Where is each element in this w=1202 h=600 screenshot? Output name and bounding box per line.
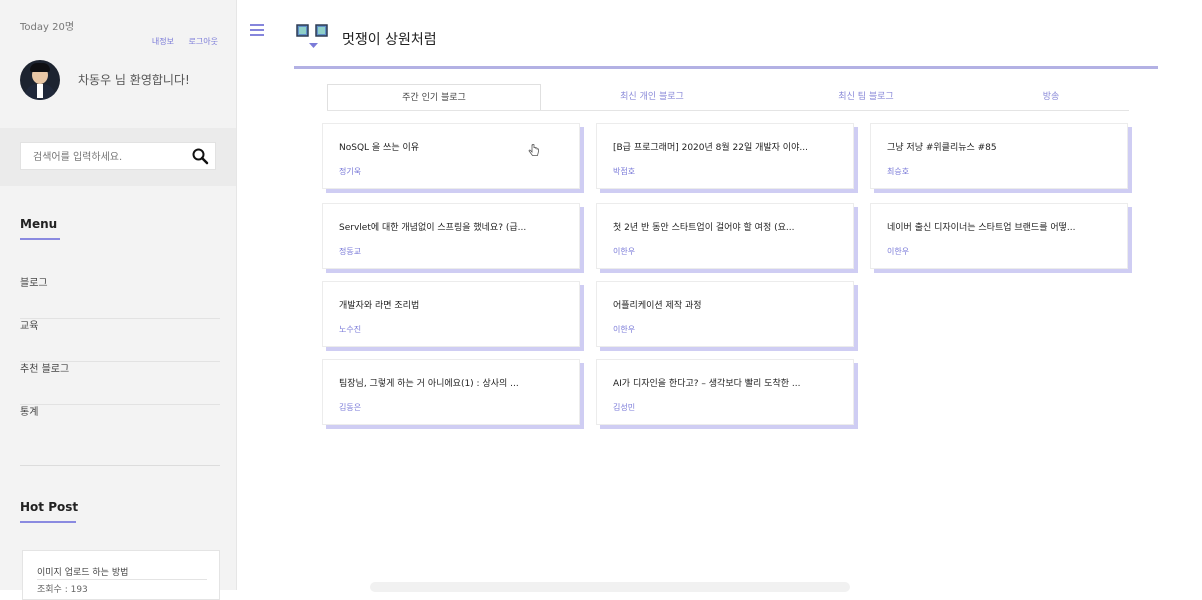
post-author: 이한우	[887, 247, 910, 256]
post-title[interactable]: [B급 프로그래머] 2020년 8월 22일 개발자 이야...	[613, 140, 808, 153]
hamburger-menu-icon[interactable]	[250, 24, 264, 36]
menu-item-recommended-blog[interactable]: 추천 블로그	[20, 362, 220, 405]
logout-link[interactable]: 로그아웃	[189, 37, 218, 46]
post-author: 김동은	[339, 403, 362, 412]
tab-underline	[327, 110, 1129, 111]
menu-item-statistics[interactable]: 통계	[20, 405, 220, 448]
post-title[interactable]: Servlet에 대한 개념없이 스프링을 했네요? (급...	[339, 220, 526, 233]
menu-item-blog[interactable]: 블로그	[20, 276, 220, 319]
tab-weekly-popular[interactable]: 주간 인기 블로그	[327, 84, 541, 110]
post-card[interactable]: [B급 프로그래머] 2020년 8월 22일 개발자 이야... 박점호	[596, 123, 854, 189]
header-divider	[294, 66, 1158, 69]
post-card[interactable]: 그냥 저냥 #위클리뉴스 #85 최승호	[870, 123, 1128, 189]
site-title[interactable]: 멋쟁이 상원처럼	[342, 29, 437, 49]
my-info-link[interactable]: 내정보	[152, 37, 174, 46]
search-box	[20, 142, 216, 171]
post-title[interactable]: AI가 디자인을 한다고? – 생각보다 빨리 도착한 ...	[613, 376, 800, 389]
visitor-count: Today 20명	[20, 22, 75, 33]
post-card[interactable]: 팀장님, 그렇게 하는 거 아니에요(1) : 상사의 ... 김동은	[322, 359, 580, 425]
tab-broadcast[interactable]: 방송	[973, 84, 1129, 110]
sidebar: Today 20명 내정보 로그아웃 차동우 님 환영합니다! Menu 블로그…	[0, 0, 237, 600]
post-author: 김성민	[613, 403, 636, 412]
post-card[interactable]: 개발자와 라면 조리법 노수진	[322, 281, 580, 347]
post-title[interactable]: 개발자와 라면 조리법	[339, 298, 419, 311]
sidebar-divider	[20, 465, 220, 466]
post-title[interactable]: 네이버 출신 디자이너는 스타트업 브랜드를 어떻...	[887, 220, 1076, 233]
logo-icon[interactable]	[296, 24, 336, 50]
post-author: 정동교	[339, 247, 362, 256]
post-card[interactable]: 네이버 출신 디자이너는 스타트업 브랜드를 어떻... 이한우	[870, 203, 1128, 269]
post-title[interactable]: 팀장님, 그렇게 하는 거 아니에요(1) : 상사의 ...	[339, 376, 519, 389]
post-card[interactable]: 첫 2년 반 동안 스타트업이 걸어야 할 여정 (요... 이한우	[596, 203, 854, 269]
hot-post-underline	[20, 521, 76, 523]
post-card[interactable]: AI가 디자인을 한다고? – 생각보다 빨리 도착한 ... 김성민	[596, 359, 854, 425]
post-card[interactable]: Servlet에 대한 개념없이 스프링을 했네요? (급... 정동교	[322, 203, 580, 269]
post-author: 이한우	[613, 247, 636, 256]
menu-item-education[interactable]: 교육	[20, 319, 220, 362]
post-author: 노수진	[339, 325, 362, 334]
post-author: 이한우	[613, 325, 636, 334]
avatar	[20, 60, 60, 100]
tab-latest-personal[interactable]: 최신 개인 블로그	[545, 84, 759, 110]
post-author: 최승호	[887, 167, 910, 176]
hand-cursor-icon	[528, 144, 539, 156]
post-card[interactable]: 어플리케이션 제작 과정 이한우	[596, 281, 854, 347]
welcome-message: 차동우 님 환영합니다!	[78, 73, 190, 87]
search-section	[0, 128, 236, 186]
search-input[interactable]	[21, 143, 195, 171]
account-links: 내정보 로그아웃	[140, 36, 218, 47]
post-card[interactable]: NoSQL 을 쓰는 이유 정기욱	[322, 123, 580, 189]
post-title[interactable]: 어플리케이션 제작 과정	[613, 298, 702, 311]
post-title[interactable]: 첫 2년 반 동안 스타트업이 걸어야 할 여정 (요...	[613, 220, 794, 233]
menu-underline	[20, 238, 60, 240]
post-title[interactable]: NoSQL 을 쓰는 이유	[339, 140, 419, 153]
hot-post-views: 조회수 : 193	[37, 585, 88, 595]
post-title[interactable]: 그냥 저냥 #위클리뉴스 #85	[887, 140, 997, 153]
tab-latest-team[interactable]: 최신 팀 블로그	[759, 84, 973, 110]
post-author: 박점호	[613, 167, 636, 176]
horizontal-scrollbar[interactable]	[370, 582, 850, 592]
hot-post-card[interactable]: 이미지 업로드 하는 방법 조회수 : 193	[22, 550, 220, 600]
hot-post-item-title[interactable]: 이미지 업로드 하는 방법	[37, 565, 128, 578]
hot-post-title: Hot Post	[20, 500, 79, 514]
menu-title: Menu	[20, 217, 58, 231]
post-author: 정기욱	[339, 167, 362, 176]
search-icon[interactable]	[191, 147, 209, 165]
